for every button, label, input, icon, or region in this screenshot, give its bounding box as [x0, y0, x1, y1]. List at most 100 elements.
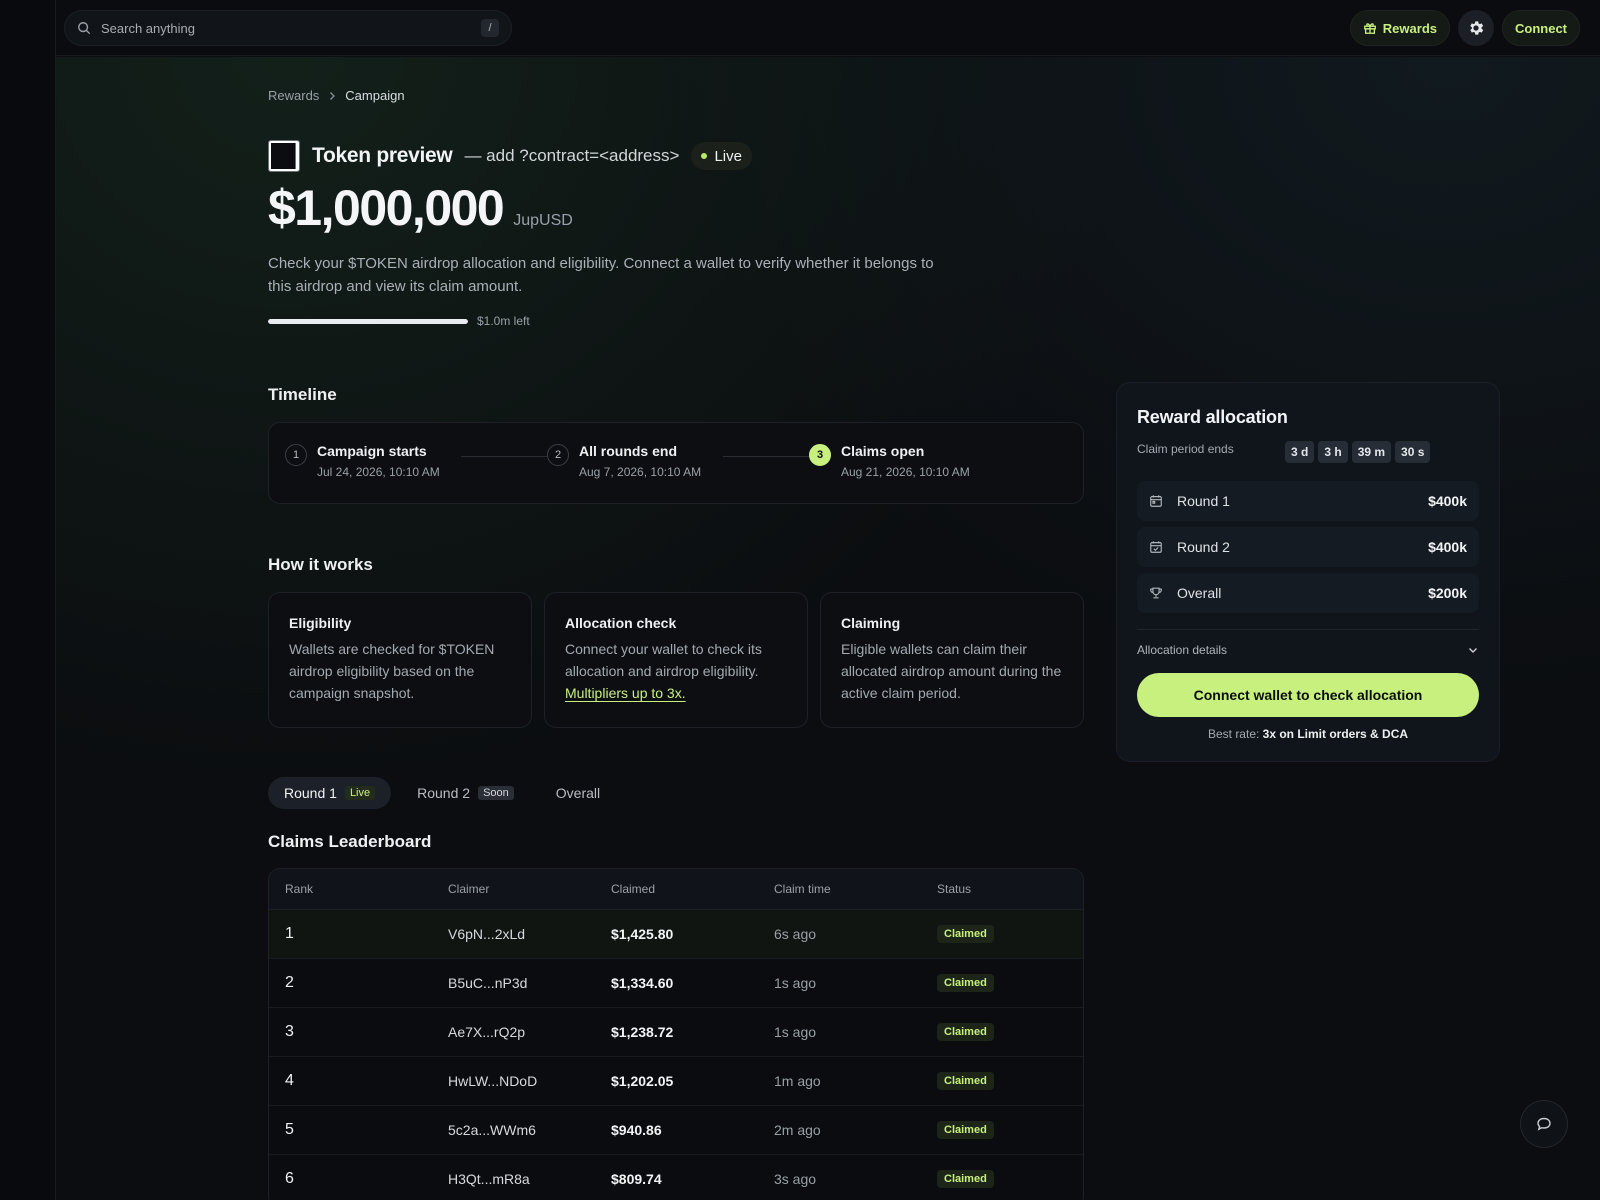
reward-allocation-card: Reward allocation Claim period ends 3 d … — [1116, 382, 1500, 762]
pool-amount-value: $1,000,000 — [268, 180, 505, 236]
column-header-status: Status — [937, 882, 972, 896]
table-row[interactable]: 3 Ae7X...rQ2p $1,238.72 1s ago Claimed — [269, 1008, 1083, 1057]
search-shortcut-hint: / — [481, 19, 499, 37]
breadcrumb: Rewards Campaign — [268, 88, 405, 103]
chat-button[interactable] — [1520, 1100, 1568, 1148]
pool-progress: $1.0m left — [268, 314, 530, 328]
allocation-details-toggle[interactable]: Allocation details — [1137, 643, 1479, 657]
sidebar — [0, 0, 56, 1200]
pool-amount: $1,000,000 JupUSD — [268, 179, 573, 237]
cell-claimed: $1,425.80 — [611, 926, 674, 942]
timeline-step-2: 2 All rounds end Aug 7, 2026, 10:10 AM — [547, 443, 701, 479]
tab-label: Round 1 — [284, 785, 337, 801]
token-header: Token preview — add ?contract=<address> … — [268, 140, 752, 172]
column-header-rank: Rank — [285, 882, 314, 896]
campaign-description: Check your $TOKEN airdrop allocation and… — [268, 255, 934, 295]
progress-fill — [268, 318, 468, 324]
connect-button[interactable]: Connect — [1502, 10, 1580, 46]
cell-claimer: H3Qt...mR8a — [448, 1171, 530, 1187]
status-badge: Claimed — [937, 1170, 994, 1188]
allocation-details-label: Allocation details — [1137, 643, 1228, 657]
step-title: Campaign starts — [317, 443, 427, 459]
card-text-wrap: Connect your wallet to check its allocat… — [565, 638, 787, 704]
allocation-value: $400k — [1428, 539, 1467, 555]
step-number-active: 3 — [809, 444, 831, 466]
trophy-icon — [1150, 587, 1162, 599]
cell-rank: 4 — [285, 1072, 294, 1089]
countdown-days: 3 d — [1285, 441, 1315, 463]
progress-track — [268, 318, 468, 324]
cell-rank: 5 — [285, 1121, 294, 1138]
status-badge: Claimed — [937, 974, 994, 992]
step-connector — [723, 456, 809, 457]
step-number: 2 — [547, 444, 569, 466]
calendar-icon — [1150, 495, 1162, 507]
cell-claim-time: 6s ago — [774, 926, 817, 942]
cell-rank: 6 — [285, 1170, 294, 1187]
card-text: Eligible wallets can claim their allocat… — [841, 641, 1062, 701]
cell-claimer: 5c2a...WWm6 — [448, 1122, 536, 1138]
status-badge: Claimed — [937, 1023, 994, 1041]
reward-allocation-title: Reward allocation — [1137, 407, 1288, 427]
table-row[interactable]: 1 V6pN...2xLd $1,425.80 6s ago Claimed — [269, 910, 1083, 959]
step-title: Claims open — [841, 443, 925, 459]
chat-bubble-icon — [1537, 1117, 1551, 1131]
cell-rank: 3 — [285, 1023, 294, 1040]
rewards-button[interactable]: Rewards — [1349, 10, 1450, 46]
column-header-claimer: Claimer — [448, 882, 490, 896]
card-text: Wallets are checked for $TOKEN airdrop e… — [289, 641, 495, 701]
status-label: Live — [714, 147, 742, 165]
countdown-hours: 3 h — [1318, 441, 1348, 463]
breadcrumb-rewards-link[interactable]: Rewards — [268, 88, 319, 103]
status-badge: Claimed — [937, 1072, 994, 1090]
search-icon — [78, 22, 91, 35]
search-bar[interactable]: / — [64, 10, 512, 46]
column-header-claim-time: Claim time — [774, 882, 831, 896]
allocation-row-overall: Overall $200k — [1137, 573, 1479, 613]
main-area: Rewards Campaign Token preview — add ?co… — [56, 57, 1600, 1200]
table-row[interactable]: 5 5c2a...WWm6 $940.86 2m ago Claimed — [269, 1106, 1083, 1155]
tab-badge-soon: Soon — [478, 786, 514, 800]
cell-claimer: HwLW...NDoD — [448, 1073, 538, 1089]
step-date: Aug 21, 2026, 10:10 AM — [841, 465, 970, 479]
cell-claimed: $940.86 — [611, 1122, 662, 1138]
cell-claim-time: 2m ago — [774, 1122, 821, 1138]
token-name: Token preview — [312, 144, 453, 167]
card-title: Allocation check — [565, 615, 677, 631]
cell-claimed: $1,238.72 — [611, 1024, 674, 1040]
tab-label: Overall — [555, 785, 601, 801]
step-date: Jul 24, 2026, 10:10 AM — [317, 465, 440, 479]
allocation-label: Round 1 — [1177, 493, 1230, 509]
pool-amount-unit: JupUSD — [513, 212, 573, 229]
status-badge: Live — [691, 142, 752, 170]
timeline-step-3: 3 Claims open Aug 21, 2026, 10:10 AM — [809, 443, 970, 479]
tab-round-2[interactable]: Round 2 Soon — [401, 777, 530, 809]
status-badge: Claimed — [937, 1121, 994, 1139]
best-rate-value: 3x on Limit orders & DCA — [1262, 727, 1409, 741]
connect-label: Connect — [1515, 20, 1567, 36]
card-title: Claiming — [841, 615, 901, 631]
tab-round-1[interactable]: Round 1 Live — [268, 777, 392, 809]
multipliers-link[interactable]: Multipliers up to 3x. — [565, 685, 686, 701]
cell-claimed: $1,334.60 — [611, 975, 674, 991]
cell-claim-time: 1m ago — [774, 1073, 821, 1089]
how-it-works-title: How it works — [268, 555, 373, 574]
cell-claimer: Ae7X...rQ2p — [448, 1024, 526, 1040]
allocation-row-round-1: Round 1 $400k — [1137, 481, 1479, 521]
table-row[interactable]: 4 HwLW...NDoD $1,202.05 1m ago Claimed — [269, 1057, 1083, 1106]
allocation-check-card: Allocation check Connect your wallet to … — [544, 592, 808, 728]
table-row[interactable]: 2 B5uC...nP3d $1,334.60 1s ago Claimed — [269, 959, 1083, 1008]
connect-wallet-button[interactable]: Connect wallet to check allocation — [1137, 673, 1479, 717]
search-input[interactable] — [101, 20, 481, 36]
card-title: Eligibility — [289, 615, 352, 631]
round-tabs: Round 1 Live Round 2 Soon Overall — [268, 777, 616, 809]
step-date: Aug 7, 2026, 10:10 AM — [579, 465, 702, 479]
token-subtitle: — add ?contract=<address> — [464, 146, 680, 165]
eligibility-card: Eligibility Wallets are checked for $TOK… — [268, 592, 532, 728]
table-row[interactable]: 6 H3Qt...mR8a $809.74 3s ago Claimed — [269, 1155, 1083, 1200]
step-number: 1 — [285, 444, 307, 466]
cell-claimer: V6pN...2xLd — [448, 926, 526, 942]
settings-button[interactable] — [1458, 10, 1494, 46]
tab-overall[interactable]: Overall — [540, 777, 616, 809]
cell-rank: 1 — [285, 925, 294, 942]
